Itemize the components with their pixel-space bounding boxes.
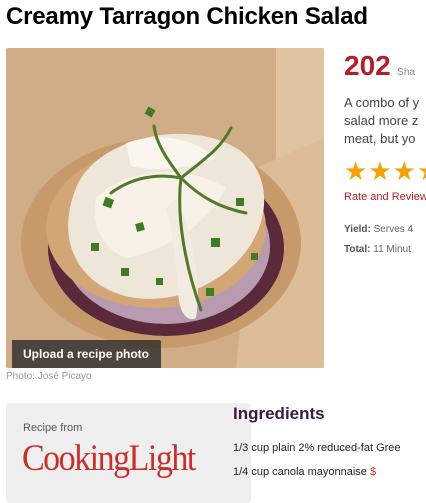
ingredient-item: 1/4 cup canola mayonnaise $ (233, 466, 376, 478)
share-stats: 202 Sha (344, 50, 426, 84)
yield-label: Yield: (344, 224, 371, 235)
rate-and-review-link[interactable]: Rate and Review (344, 191, 426, 203)
star-icon[interactable]: ★ (393, 156, 416, 186)
total-value: 11 Minut (373, 244, 411, 255)
source-label: Recipe from (23, 422, 83, 434)
description-line: A combo of y (344, 95, 420, 110)
photo-credit: Photo: José Picayo (6, 371, 92, 382)
star-icon[interactable]: ★ (344, 156, 367, 186)
share-label: Sha (397, 67, 415, 78)
chicken-salad-image (6, 48, 324, 368)
total-label: Total: (344, 244, 371, 255)
share-count: 202 (344, 50, 391, 81)
star-icon[interactable]: ★ (417, 156, 426, 186)
price-link[interactable]: $ (370, 466, 376, 478)
ingredients-heading: Ingredients (233, 404, 325, 423)
yield-value: Serves 4 (373, 224, 414, 235)
recipe-source-card[interactable]: Recipe from CookingLight (6, 403, 251, 503)
rating-stars[interactable]: ★★★★ (344, 158, 426, 185)
ingredient-item: 1/3 cup plain 2% reduced-fat Gree (233, 442, 401, 454)
description-line: meat, but yo (344, 131, 416, 146)
yield-row: Yield: Serves 4 (344, 224, 413, 235)
star-icon[interactable]: ★ (368, 156, 391, 186)
recipe-title: Creamy Tarragon Chicken Salad (6, 3, 368, 30)
total-time-row: Total: 11 Minut (344, 244, 411, 255)
recipe-description: A combo of y salad more z meat, but yo (344, 94, 426, 148)
recipe-photo: Upload a recipe photo (6, 48, 324, 368)
ingredient-text: 1/4 cup canola mayonnaise (233, 466, 370, 478)
ingredient-text: 1/3 cup plain 2% reduced-fat Gree (233, 442, 401, 454)
upload-photo-button[interactable]: Upload a recipe photo (12, 340, 162, 368)
description-line: salad more z (344, 113, 419, 128)
cooking-light-logo[interactable]: CookingLight (22, 438, 196, 480)
